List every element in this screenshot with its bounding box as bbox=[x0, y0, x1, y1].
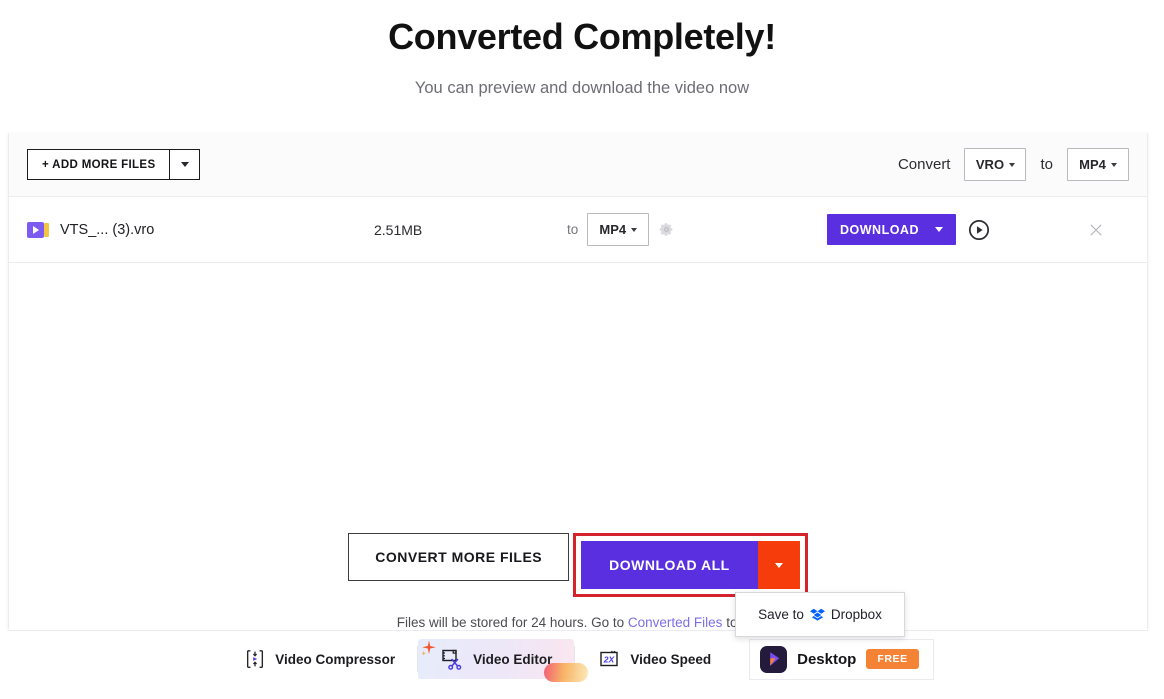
converter-card: + ADD MORE FILES Convert VRO to MP4 VTS_… bbox=[8, 133, 1148, 630]
converted-files-link[interactable]: Converted Files bbox=[628, 615, 723, 630]
footer-item-video-editor[interactable]: Video Editor bbox=[418, 639, 589, 682]
download-button-label: DOWNLOAD bbox=[840, 222, 919, 237]
card-body: CONVERT MORE FILES DOWNLOAD ALL Files wi… bbox=[9, 263, 1147, 630]
desktop-label: Desktop bbox=[797, 650, 857, 668]
footer-label-video-speed: Video Speed bbox=[630, 651, 712, 667]
source-format-value: VRO bbox=[975, 157, 1005, 172]
page-subtitle: You can preview and download the video n… bbox=[414, 79, 750, 97]
convert-label: Convert bbox=[897, 156, 951, 173]
save-to-label: Save to bbox=[758, 607, 804, 622]
source-format-select[interactable]: VRO bbox=[964, 148, 1027, 181]
file-to-label: to bbox=[567, 222, 579, 237]
desktop-app-icon bbox=[760, 645, 788, 673]
chevron-down-icon bbox=[1009, 162, 1016, 167]
file-name: VTS_... (3).vro bbox=[60, 221, 155, 238]
tools-footer: Video Compressor Video Editor 2X Video S… bbox=[8, 630, 1148, 687]
chevron-down-icon bbox=[631, 227, 638, 232]
to-label: to bbox=[1040, 156, 1053, 173]
save-to-dropbox-menu-item[interactable]: Save to Dropbox bbox=[735, 592, 905, 637]
file-output-controls: to MP4 bbox=[567, 213, 675, 246]
footer-item-video-speed[interactable]: 2X Video Speed bbox=[575, 639, 733, 679]
footer-label-video-compressor: Video Compressor bbox=[275, 651, 396, 667]
sparkle-icon bbox=[421, 640, 436, 656]
chevron-down-icon bbox=[1110, 162, 1117, 167]
add-more-files-dropdown-button[interactable] bbox=[170, 149, 201, 180]
footer-label-video-editor: Video Editor bbox=[473, 651, 553, 667]
dropbox-label: Dropbox bbox=[830, 607, 882, 622]
download-all-button[interactable]: DOWNLOAD ALL bbox=[581, 541, 758, 589]
compress-icon bbox=[247, 650, 264, 668]
app-page: Converted Completely! You can preview an… bbox=[0, 0, 1164, 699]
file-size: 2.51MB bbox=[374, 221, 423, 238]
download-all-dropdown-button[interactable] bbox=[757, 541, 800, 589]
speed-2x-icon: 2X bbox=[600, 650, 619, 667]
chevron-down-icon bbox=[180, 162, 189, 167]
video-file-icon bbox=[27, 221, 49, 238]
target-format-value: MP4 bbox=[1079, 157, 1106, 172]
storage-notice: Files will be stored for 24 hours. Go to… bbox=[9, 615, 1147, 630]
notice-prefix: Files will be stored for 24 hours. Go to bbox=[396, 615, 628, 630]
bottom-actions: CONVERT MORE FILES DOWNLOAD ALL bbox=[9, 533, 1147, 597]
chevron-down-icon bbox=[935, 227, 943, 232]
download-button[interactable]: DOWNLOAD bbox=[827, 214, 956, 245]
download-all-group: DOWNLOAD ALL bbox=[581, 541, 800, 589]
add-files-group: + ADD MORE FILES bbox=[27, 149, 201, 180]
convert-more-files-button[interactable]: CONVERT MORE FILES bbox=[348, 533, 570, 581]
footer-item-video-compressor[interactable]: Video Compressor bbox=[222, 639, 417, 679]
gear-icon[interactable] bbox=[658, 221, 675, 238]
card-toolbar: + ADD MORE FILES Convert VRO to MP4 bbox=[9, 133, 1147, 197]
close-icon[interactable] bbox=[1087, 221, 1105, 239]
chevron-down-icon bbox=[774, 562, 783, 568]
file-output-format-select[interactable]: MP4 bbox=[587, 213, 650, 246]
file-row: VTS_... (3).vro 2.51MB to MP4 DOWNLOAD bbox=[9, 197, 1147, 263]
footer-item-desktop-app[interactable]: Desktop FREE bbox=[749, 638, 934, 680]
hero-section: Converted Completely! You can preview an… bbox=[0, 0, 1164, 98]
file-actions: DOWNLOAD bbox=[827, 214, 990, 245]
dropbox-icon bbox=[809, 608, 825, 621]
file-output-format-value: MP4 bbox=[599, 222, 627, 237]
format-controls: Convert VRO to MP4 bbox=[898, 148, 1129, 181]
page-title: Converted Completely! bbox=[388, 16, 776, 57]
download-all-highlight: DOWNLOAD ALL bbox=[573, 533, 808, 597]
add-more-files-button[interactable]: + ADD MORE FILES bbox=[27, 149, 171, 180]
svg-text:2X: 2X bbox=[603, 654, 616, 664]
film-scissors-icon bbox=[442, 649, 462, 670]
target-format-select[interactable]: MP4 bbox=[1067, 148, 1129, 181]
play-preview-icon[interactable] bbox=[968, 219, 990, 241]
free-badge: FREE bbox=[866, 649, 919, 669]
